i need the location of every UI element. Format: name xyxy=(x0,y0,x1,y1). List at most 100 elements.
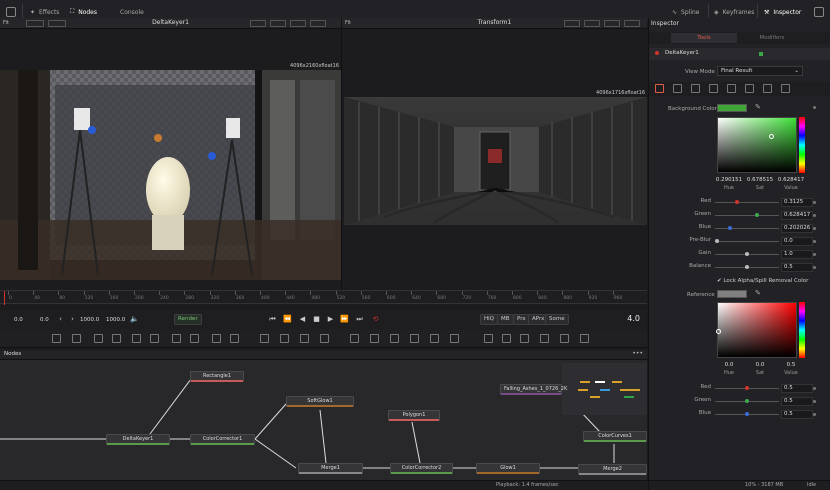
node-header[interactable]: DeltaKeyer1 xyxy=(649,48,830,60)
preblur-slider[interactable] xyxy=(715,239,779,243)
viewer-left-ctl2[interactable] xyxy=(48,20,66,27)
eyedropper-icon[interactable]: ✎ xyxy=(755,103,761,111)
tool-icon[interactable] xyxy=(540,334,549,343)
green-slider[interactable] xyxy=(715,213,779,217)
reference-green-value[interactable]: 0.5 xyxy=(781,397,813,406)
tool-icon[interactable] xyxy=(520,334,529,343)
lock-alpha-checkbox[interactable]: ✔ Lock Alpha/Spill Removal Color xyxy=(717,278,808,284)
node-color-icon[interactable] xyxy=(759,52,763,56)
balance-slider[interactable] xyxy=(715,265,779,269)
step-back-icon[interactable]: ⏪ xyxy=(283,314,292,324)
keyer-tab-icon[interactable] xyxy=(727,84,736,93)
hue-value[interactable]: 0.290151 xyxy=(714,177,744,183)
tool-icon[interactable] xyxy=(260,334,269,343)
preblur-value[interactable]: 0.0 xyxy=(781,237,813,246)
hiq-button[interactable]: HiQ xyxy=(480,314,498,325)
current-frame[interactable]: 4.0 xyxy=(610,314,640,325)
go-to-start-icon[interactable]: ⏮ xyxy=(268,314,277,324)
node-merge1[interactable]: Merge1 xyxy=(298,463,363,474)
sat-value[interactable]: 0.678515 xyxy=(745,177,775,183)
tab-modifiers[interactable]: Modifiers xyxy=(739,33,805,43)
tool-icon[interactable] xyxy=(560,334,569,343)
node-colorcorrector1[interactable]: ColorCorrector1 xyxy=(190,434,255,445)
reference-blue-value[interactable]: 0.5 xyxy=(781,410,813,419)
color-picker-area[interactable] xyxy=(717,117,797,173)
red-slider[interactable] xyxy=(715,200,779,204)
tool-icon[interactable] xyxy=(484,334,493,343)
viewer-left-ctl1[interactable] xyxy=(26,20,44,27)
node-glow[interactable]: Glow1 xyxy=(476,463,540,474)
node-softglow[interactable]: SoftGlow1 xyxy=(286,396,354,407)
render-start-field[interactable]: 0.0 xyxy=(14,315,23,325)
tool-icon[interactable] xyxy=(350,334,359,343)
viewer-left-ctl4[interactable] xyxy=(270,20,286,27)
tool-icon[interactable] xyxy=(132,334,141,343)
node-polygon[interactable]: Polygon1 xyxy=(388,410,440,421)
tool-icon[interactable] xyxy=(230,334,239,343)
balance-value[interactable]: 0.5 xyxy=(781,263,813,272)
node-graph[interactable]: Rectangle1 SoftGlow1 Polygon1 Falling_As… xyxy=(0,360,647,490)
viewer-right-ctl2[interactable] xyxy=(584,20,600,27)
reference-value-value[interactable]: 0.5 xyxy=(776,362,806,368)
reference-red-value[interactable]: 0.5 xyxy=(781,384,813,393)
keyer-tab-icon[interactable] xyxy=(709,84,718,93)
tool-icon[interactable] xyxy=(72,334,81,343)
keyer-tab-icon[interactable] xyxy=(673,84,682,93)
reference-sat-value[interactable]: 0.0 xyxy=(745,362,775,368)
viewer-left-ctl5[interactable] xyxy=(290,20,306,27)
play-reverse-icon[interactable]: ◀ xyxy=(298,314,307,324)
reference-hue-value[interactable]: 0.0 xyxy=(714,362,744,368)
viewer-right-ctl3[interactable] xyxy=(604,20,620,27)
viewer-left-fit[interactable]: Fit xyxy=(3,20,9,26)
keyer-tab-icon[interactable] xyxy=(781,84,790,93)
tool-icon[interactable] xyxy=(502,334,511,343)
node-enable-icon[interactable] xyxy=(655,51,659,55)
reference-color-swatch[interactable] xyxy=(717,290,747,298)
gain-value[interactable]: 1.0 xyxy=(781,250,813,259)
node-colorcurves[interactable]: ColorCurves1 xyxy=(583,431,647,442)
reference-hue-strip[interactable] xyxy=(799,302,805,358)
node-deltakeyer[interactable]: DeltaKeyer1 xyxy=(106,434,170,445)
color-picker-cursor[interactable] xyxy=(769,134,774,139)
keyer-tab-icon[interactable] xyxy=(655,84,664,93)
viewer-right-ctl1[interactable] xyxy=(564,20,580,27)
tool-icon[interactable] xyxy=(94,334,103,343)
tool-icon[interactable] xyxy=(172,334,181,343)
tool-icon[interactable] xyxy=(112,334,121,343)
playhead[interactable] xyxy=(4,291,5,305)
tool-icon[interactable] xyxy=(52,334,61,343)
gain-slider[interactable] xyxy=(715,252,779,256)
tab-tools[interactable]: Tools xyxy=(671,33,737,43)
tool-icon[interactable] xyxy=(430,334,439,343)
tool-icon[interactable] xyxy=(150,334,159,343)
keyer-tab-icon[interactable] xyxy=(763,84,772,93)
mb-button[interactable]: MB xyxy=(497,314,514,325)
step-forward-icon[interactable]: ⏩ xyxy=(340,314,349,324)
step-back-button[interactable]: ‹ xyxy=(56,314,65,324)
nodes-menu-icon[interactable]: ••• xyxy=(632,350,643,357)
reference-picker-cursor[interactable] xyxy=(716,329,721,334)
tool-icon[interactable] xyxy=(300,334,309,343)
play-icon[interactable]: ▶ xyxy=(326,314,335,324)
viewer-right[interactable]: 4096x1716xfloat16 xyxy=(342,29,647,290)
some-button[interactable]: Some xyxy=(545,314,569,325)
go-to-end-icon[interactable]: ⏭ xyxy=(355,314,364,324)
keyframe-dot-icon[interactable] xyxy=(813,106,816,109)
tool-icon[interactable] xyxy=(190,334,199,343)
render-end-field[interactable]: 1000.0 xyxy=(106,315,125,325)
keyer-tab-icon[interactable] xyxy=(691,84,700,93)
global-end-field[interactable]: 1000.0 xyxy=(80,315,99,325)
node-colorcorrector2[interactable]: ColorCorrector2 xyxy=(390,463,453,474)
viewer-left[interactable]: 4096x2160xfloat16 xyxy=(0,29,341,290)
background-color-swatch[interactable] xyxy=(717,104,747,112)
value-value[interactable]: 0.628417 xyxy=(776,177,806,183)
tool-icon[interactable] xyxy=(370,334,379,343)
blue-value[interactable]: 0.202026 xyxy=(781,224,813,233)
viewer-right-fit[interactable]: Fit xyxy=(345,20,351,26)
tool-icon[interactable] xyxy=(580,334,589,343)
hue-strip[interactable] xyxy=(799,117,805,173)
loop-icon[interactable]: ⟲ xyxy=(371,314,380,324)
tool-icon[interactable] xyxy=(280,334,289,343)
keyer-tab-icon[interactable] xyxy=(745,84,754,93)
tool-icon[interactable] xyxy=(410,334,419,343)
